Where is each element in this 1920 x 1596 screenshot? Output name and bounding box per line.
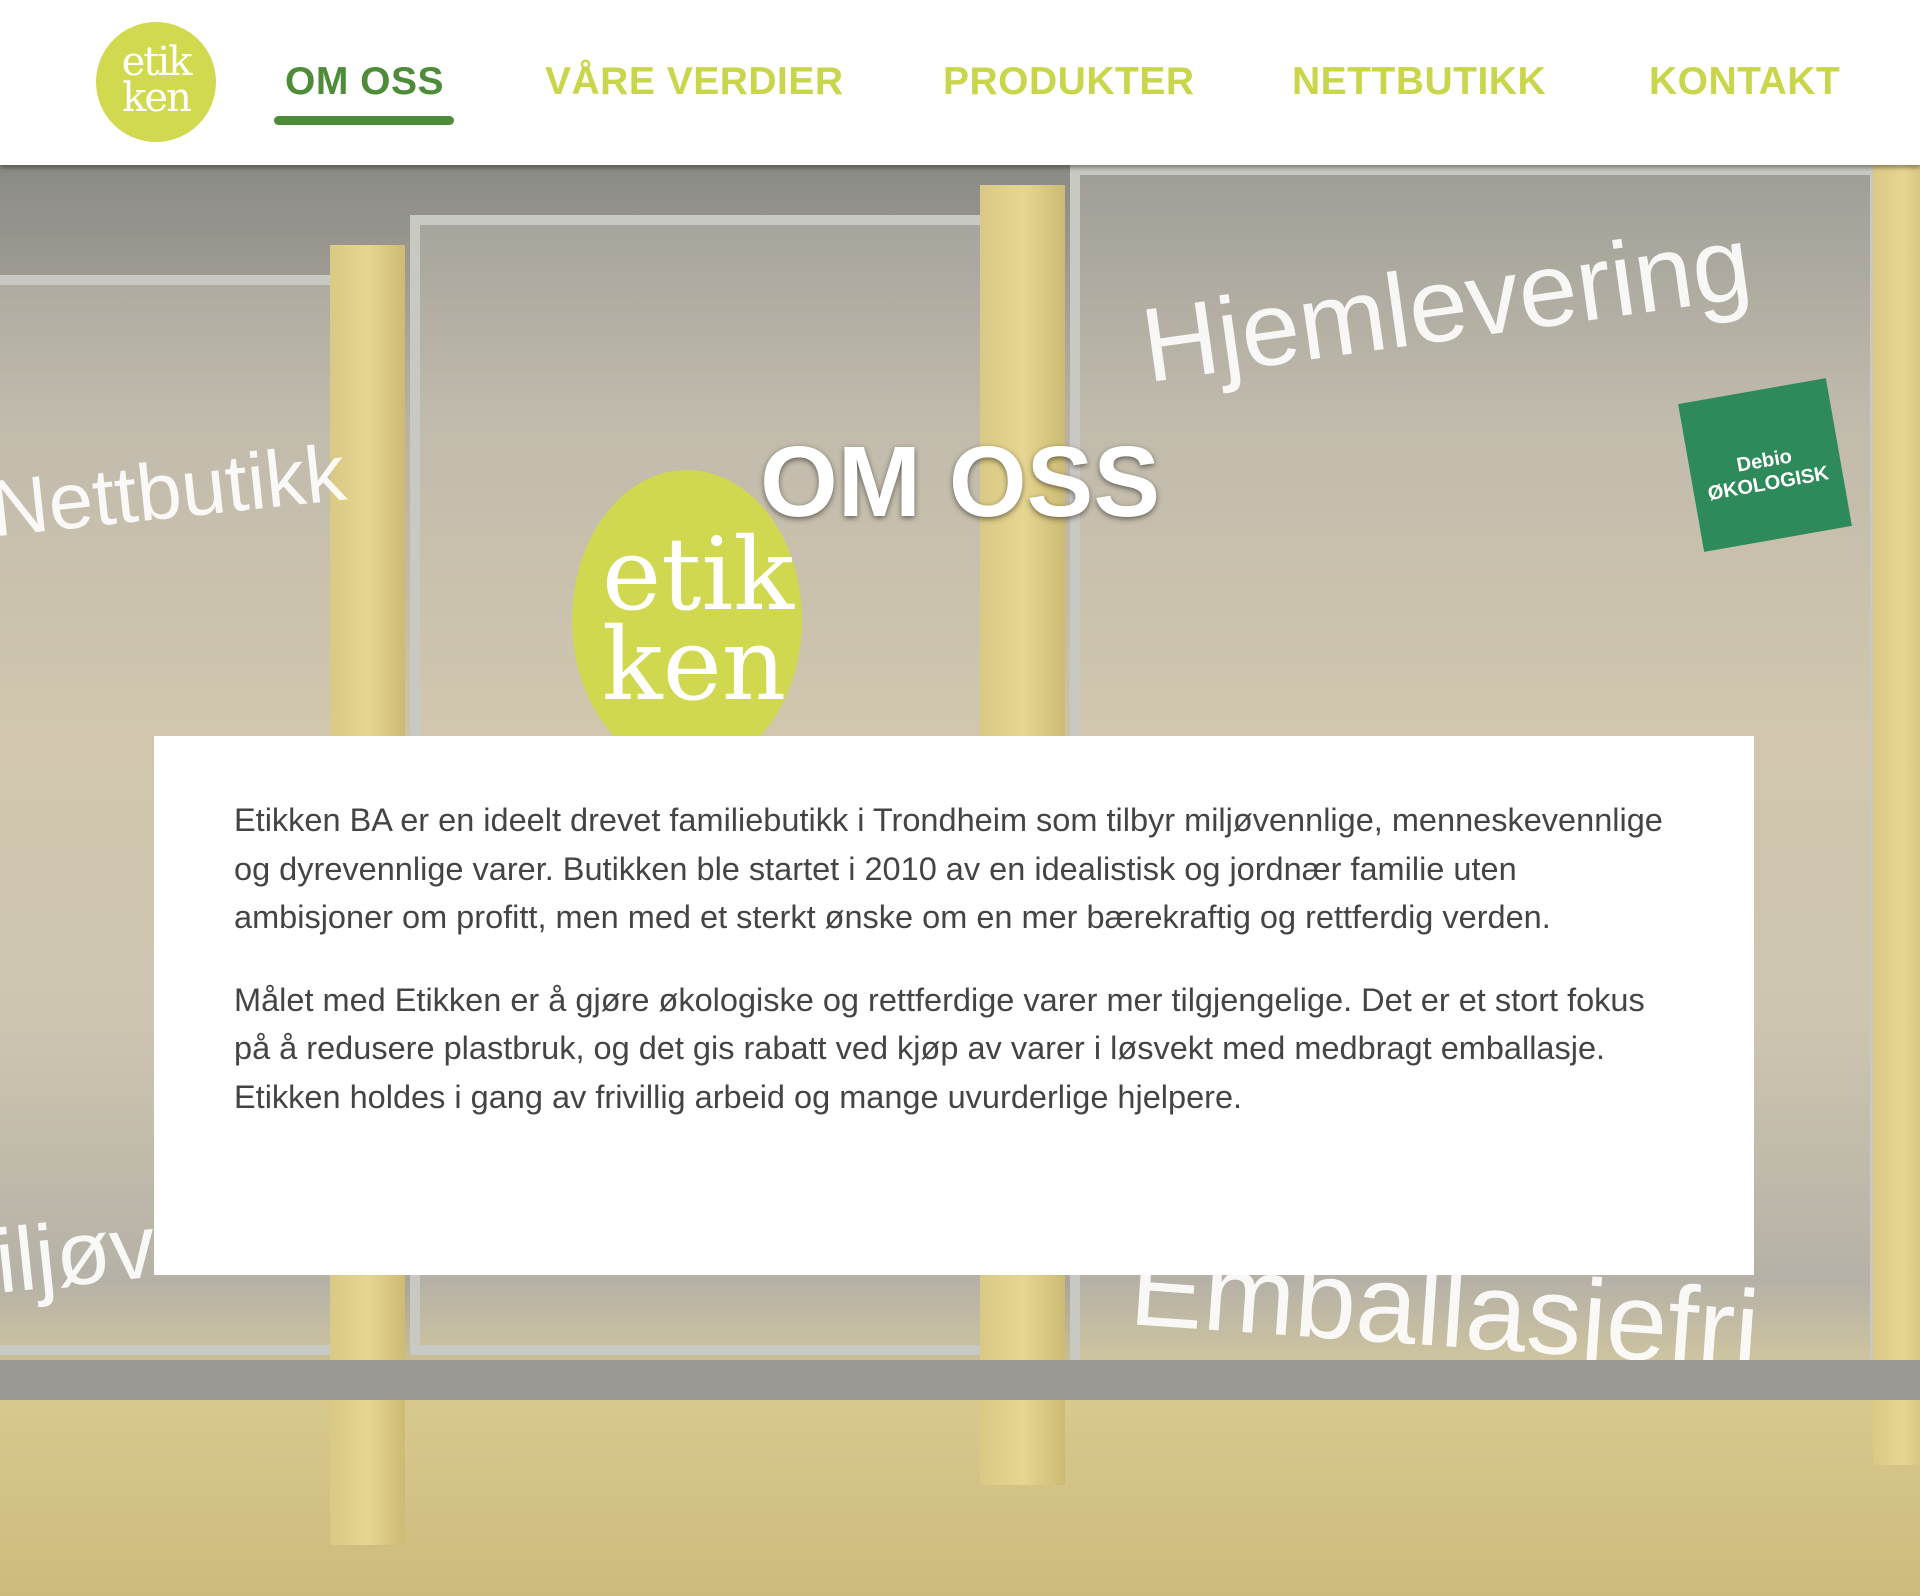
nav-kontakt[interactable]: KONTAKT — [1649, 60, 1840, 104]
hero-banner: Nettbutikk Hjemlevering miljøvennlig Emb… — [0, 165, 1920, 1596]
etikken-logo[interactable]: etik ken — [96, 22, 216, 142]
nav-produkter[interactable]: PRODUKTER — [943, 60, 1195, 104]
nav-om-oss[interactable]: OM OSS — [285, 60, 444, 104]
logo-text: ken — [122, 75, 192, 121]
site-header: etik ken OM OSS VÅRE VERDIER PRODUKTER N… — [0, 0, 1920, 165]
window-pillar — [1873, 165, 1920, 1465]
page-title: OM OSS — [759, 426, 1161, 538]
nav-nettbutikk[interactable]: NETTBUTIKK — [1292, 60, 1546, 104]
about-paragraph: Målet med Etikken er å gjøre økologiske … — [234, 981, 1645, 1115]
active-nav-indicator — [274, 116, 454, 125]
window-ledge — [0, 1360, 1920, 1400]
about-paragraph: Etikken BA er en ideelt drevet familiebu… — [234, 802, 1663, 935]
nav-vare-verdier[interactable]: VÅRE VERDIER — [545, 60, 844, 104]
about-card: Etikken BA er en ideelt drevet familiebu… — [154, 736, 1754, 1275]
